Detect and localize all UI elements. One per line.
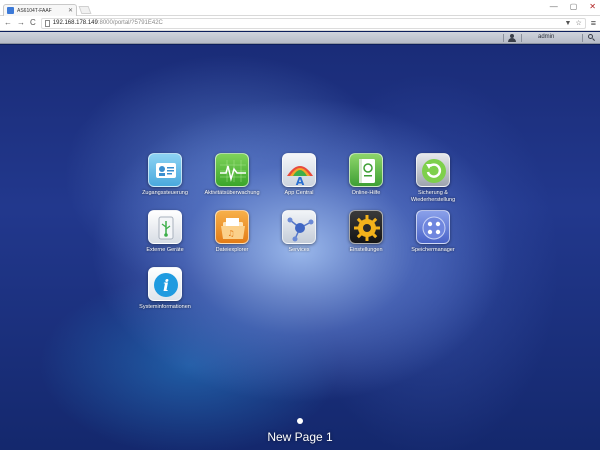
- browser-toolbar: ← → C 192.168.178.149:8000/portal/?5791E…: [0, 16, 600, 31]
- app-app-central[interactable]: A App Central: [263, 153, 335, 197]
- app-label: Zugangssteuerung: [142, 190, 188, 196]
- divider: [582, 34, 583, 42]
- window-close-icon[interactable]: ✕: [589, 2, 596, 12]
- page-info-icon[interactable]: [44, 19, 50, 27]
- app-label: App Central: [284, 190, 314, 196]
- storage-manager-icon: [416, 210, 450, 244]
- forward-icon[interactable]: →: [17, 19, 25, 27]
- app-label: Dateiexplorer: [215, 247, 249, 253]
- divider: [503, 34, 504, 42]
- username[interactable]: admin: [538, 34, 554, 40]
- maximize-icon[interactable]: ▢: [570, 2, 578, 12]
- minimize-icon[interactable]: —: [550, 2, 558, 12]
- page-indicator-dot[interactable]: [297, 418, 303, 424]
- new-tab-button[interactable]: [78, 6, 92, 14]
- file-explorer-icon: ♫: [215, 210, 249, 244]
- system-top-bar: admin: [0, 32, 600, 44]
- svg-text:♫: ♫: [227, 229, 234, 238]
- app-backup-restore[interactable]: Sicherung & Wiederherstellung: [397, 153, 469, 203]
- address-bar[interactable]: 192.168.178.149:8000/portal/?5791E42C ▼ …: [40, 17, 586, 29]
- favicon-icon: [7, 7, 14, 14]
- app-label: Services: [288, 247, 310, 253]
- app-label: Aktivitätsüberwachung: [204, 190, 260, 196]
- app-central-icon: A: [282, 153, 316, 187]
- url-host: 192.168.178.149: [52, 20, 98, 26]
- tab-close-icon[interactable]: ✕: [68, 8, 73, 14]
- external-devices-icon: [148, 210, 182, 244]
- activity-monitor-icon: [215, 153, 249, 187]
- backup-restore-icon: [416, 153, 450, 187]
- system-info-icon: i: [148, 267, 182, 301]
- app-label: Sicherung & Wiederherstellung: [410, 190, 456, 203]
- bookmark-star-icon[interactable]: ☆: [575, 20, 581, 27]
- app-label: Externe Geräte: [146, 247, 184, 253]
- app-file-explorer[interactable]: ♫ Dateiexplorer: [196, 210, 268, 254]
- svg-text:i: i: [163, 276, 169, 295]
- user-icon[interactable]: [508, 34, 516, 42]
- search-icon[interactable]: [588, 34, 596, 42]
- online-help-icon: [349, 153, 383, 187]
- url-text: 192.168.178.149:8000/portal/?5791E42C: [53, 20, 163, 26]
- app-label: Systeminformationen: [139, 304, 191, 310]
- app-access-control[interactable]: Zugangssteuerung: [129, 153, 201, 197]
- app-system-info[interactable]: i Systeminformationen: [129, 267, 201, 311]
- services-icon: [282, 210, 316, 244]
- app-online-help[interactable]: Online-Hilfe: [330, 153, 402, 197]
- filter-icon[interactable]: ▼: [565, 20, 572, 27]
- app-label: Einstellungen: [349, 247, 383, 253]
- app-services[interactable]: Services: [263, 210, 335, 254]
- svg-text:A: A: [296, 175, 305, 187]
- browser-menu-icon[interactable]: ≡: [591, 18, 596, 28]
- desktop: Zugangssteuerung Aktivitätsüberwachung A…: [0, 45, 600, 450]
- app-external-devices[interactable]: Externe Geräte: [129, 210, 201, 254]
- divider: [521, 34, 522, 42]
- app-label: Online-Hilfe: [351, 190, 381, 196]
- access-control-icon: [148, 153, 182, 187]
- app-label: Speichermanager: [411, 247, 455, 253]
- app-activity-monitor[interactable]: Aktivitätsüberwachung: [196, 153, 268, 197]
- app-settings[interactable]: Einstellungen: [330, 210, 402, 254]
- reload-icon[interactable]: C: [30, 19, 36, 27]
- url-path: :8000/portal/?5791E42C: [97, 20, 163, 26]
- browser-tab[interactable]: AS6104T-FAAF ✕: [3, 4, 77, 16]
- tab-title: AS6104T-FAAF: [17, 7, 52, 14]
- back-icon[interactable]: ←: [4, 19, 12, 27]
- page-label: New Page 1: [267, 430, 333, 444]
- settings-icon: [349, 210, 383, 244]
- window-controls: — ▢ ✕: [550, 2, 596, 12]
- app-storage-manager[interactable]: Speichermanager: [397, 210, 469, 254]
- browser-tab-bar: AS6104T-FAAF ✕ — ▢ ✕: [0, 0, 600, 16]
